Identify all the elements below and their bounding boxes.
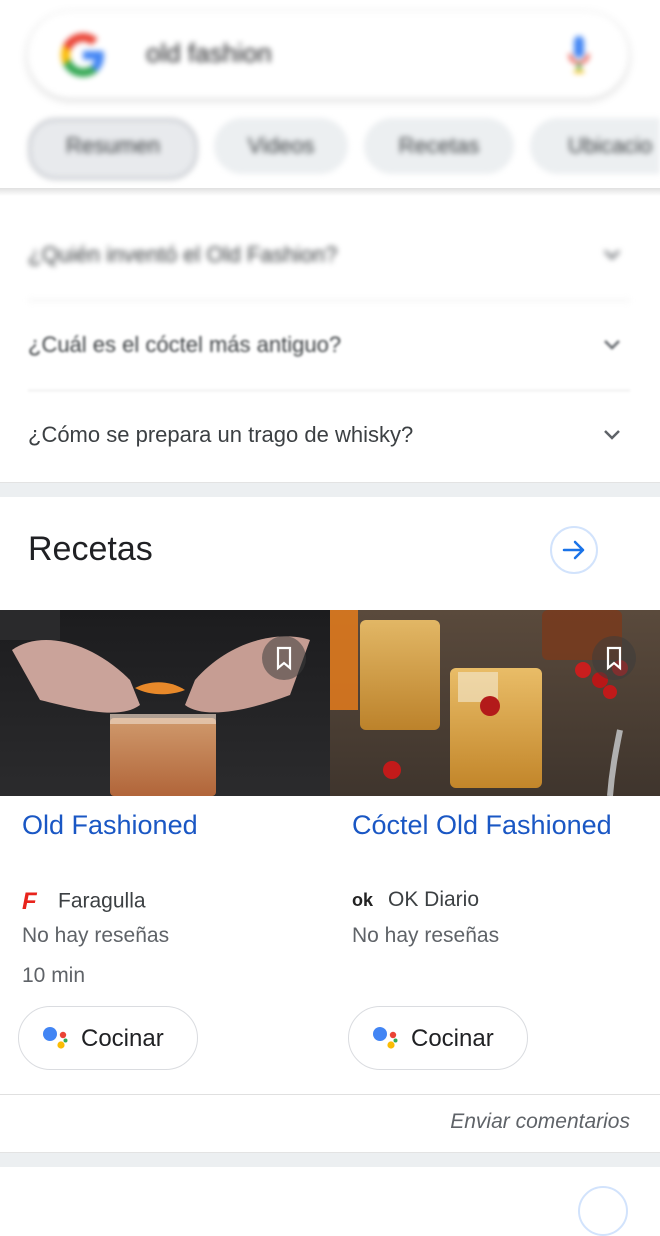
section-divider <box>0 1152 660 1167</box>
faragulla-logo-icon: F <box>22 888 37 915</box>
bookmark-icon <box>276 646 292 671</box>
recipe-reviews: No hay reseñas <box>22 924 170 947</box>
header-shadow <box>0 188 660 196</box>
divider <box>0 1094 660 1095</box>
microphone-icon[interactable] <box>566 34 592 76</box>
more-recipes-button[interactable] <box>550 526 598 574</box>
okdiario-logo-icon: ok <box>352 889 374 910</box>
bookmark-button[interactable] <box>592 636 636 680</box>
recipe-card[interactable]: Old Fashioned F Faragulla No hay reseñas … <box>0 610 330 1090</box>
section-divider <box>0 482 660 497</box>
section-title: Recetas <box>28 530 153 568</box>
search-bar[interactable]: old fashion <box>28 12 628 98</box>
faq-item[interactable]: ¿Cuál es el cóctel más antiguo? <box>28 302 630 391</box>
recipe-title[interactable]: Old Fashioned <box>22 810 198 841</box>
recipe-time: 10 min <box>22 964 86 987</box>
source-name: Faragulla <box>58 889 146 913</box>
recipe-image[interactable] <box>0 610 330 796</box>
recipe-card[interactable]: Cóctel Old Fashioned ok OK Diario No hay … <box>330 610 660 1090</box>
cook-button-label: Cocinar <box>81 1025 164 1052</box>
bookmark-button[interactable] <box>262 636 306 680</box>
faq-item[interactable]: ¿Cómo se prepara un trago de whisky? <box>28 392 630 480</box>
faq-question: ¿Cómo se prepara un trago de whisky? <box>28 422 414 447</box>
chevron-down-icon <box>604 250 620 260</box>
recipe-source[interactable]: F Faragulla <box>22 888 146 916</box>
chip-ubicacion[interactable]: Ubicacio <box>530 118 660 174</box>
assistant-icon <box>373 1027 398 1049</box>
assistant-icon <box>43 1027 68 1049</box>
faq-question: ¿Quién inventó el Old Fashion? <box>28 242 338 267</box>
recipe-reviews: No hay reseñas <box>352 924 500 947</box>
chevron-down-icon <box>604 430 620 440</box>
next-section-button[interactable] <box>578 1186 628 1236</box>
google-logo-icon <box>61 33 104 77</box>
chip-recetas[interactable]: Recetas <box>364 118 514 174</box>
filter-chips: Resumen Videos Recetas Ubicacio <box>0 112 660 182</box>
feedback-link[interactable]: Enviar comentarios <box>450 1110 630 1134</box>
chip-videos[interactable]: Videos <box>214 118 348 174</box>
recipe-image[interactable] <box>330 610 660 796</box>
recipe-source[interactable]: ok OK Diario <box>352 888 479 912</box>
cook-button[interactable]: Cocinar <box>348 1006 528 1070</box>
faq-item[interactable]: ¿Quién inventó el Old Fashion? <box>28 212 630 301</box>
bookmark-icon <box>606 646 622 671</box>
faq-question: ¿Cuál es el cóctel más antiguo? <box>28 332 342 357</box>
arrow-right-icon <box>562 540 585 560</box>
cook-button-label: Cocinar <box>411 1025 494 1052</box>
cook-button[interactable]: Cocinar <box>18 1006 198 1070</box>
source-name: OK Diario <box>388 888 480 911</box>
chevron-down-icon <box>604 340 620 350</box>
search-input[interactable]: old fashion <box>146 38 272 69</box>
chip-resumen[interactable]: Resumen <box>28 118 198 180</box>
recipe-title[interactable]: Cóctel Old Fashioned <box>352 810 612 841</box>
